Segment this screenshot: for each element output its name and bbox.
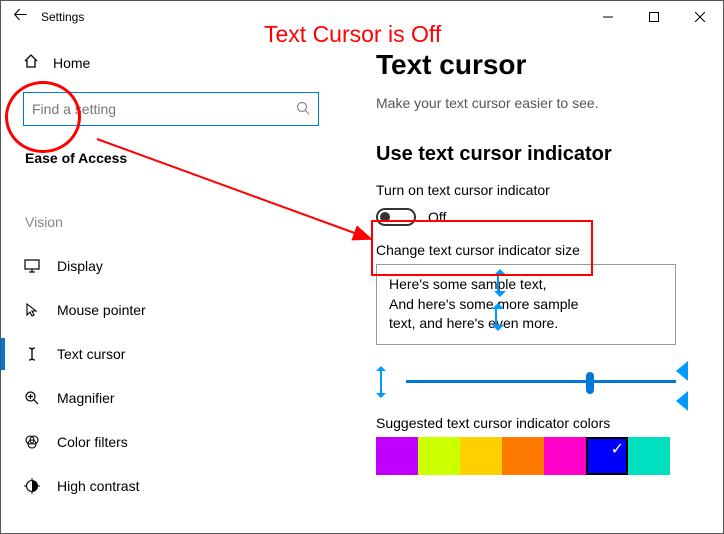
minimize-button[interactable] (585, 1, 631, 33)
slider-max-icon (676, 391, 688, 411)
cursor-indicator-preview (497, 275, 499, 291)
section-heading: Use text cursor indicator (376, 143, 723, 166)
magnifier-icon (23, 390, 41, 406)
nav-label: Mouse pointer (57, 302, 146, 318)
annotation-title: Text Cursor is Off (264, 21, 441, 48)
color-filters-icon (23, 434, 41, 450)
nav-label: Magnifier (57, 390, 115, 406)
slider-track (406, 380, 676, 383)
color-swatch[interactable] (586, 437, 628, 475)
size-slider[interactable] (376, 367, 676, 397)
toggle-label: Turn on text cursor indicator (376, 182, 723, 198)
sample-text-box: Here's some sample text, And here's some… (376, 264, 676, 345)
text-cursor-icon (23, 346, 41, 362)
slider-min-icon (380, 371, 382, 393)
sample-line: Here's some sample text, (389, 275, 663, 295)
back-button[interactable]: 🡠 (13, 2, 41, 32)
category-label: Vision (1, 184, 331, 244)
color-swatch[interactable] (502, 437, 544, 475)
color-swatches (376, 437, 723, 475)
nav-item-text-cursor[interactable]: Text cursor (1, 332, 331, 376)
nav-item-high-contrast[interactable]: High contrast (1, 464, 331, 508)
cursor-indicator-preview (495, 309, 497, 325)
slider-thumb[interactable] (586, 372, 594, 394)
window-title: Settings (41, 10, 84, 24)
page-subtitle: Make your text cursor easier to see. (376, 95, 723, 111)
annotation-circle (5, 81, 81, 153)
nav-item-magnifier[interactable]: Magnifier (1, 376, 331, 420)
annotation-box (371, 220, 593, 276)
home-label: Home (53, 55, 90, 71)
color-swatch[interactable] (376, 437, 418, 475)
color-swatch[interactable] (544, 437, 586, 475)
nav-item-mouse-pointer[interactable]: Mouse pointer (1, 288, 331, 332)
content-pane: Text cursor Make your text cursor easier… (331, 33, 723, 533)
nav-item-display[interactable]: Display (1, 244, 331, 288)
nav-label: Color filters (57, 434, 128, 450)
nav-label: Display (57, 258, 103, 274)
high-contrast-icon (23, 478, 41, 494)
sample-line: And here's some more sample (389, 295, 663, 315)
maximize-button[interactable] (631, 1, 677, 33)
color-swatch[interactable] (460, 437, 502, 475)
display-icon (23, 259, 41, 273)
colors-label: Suggested text cursor indicator colors (376, 415, 723, 431)
color-swatch[interactable] (628, 437, 670, 475)
home-icon (23, 53, 39, 72)
mouse-pointer-icon (23, 302, 41, 318)
nav-item-color-filters[interactable]: Color filters (1, 420, 331, 464)
nav-label: Text cursor (57, 346, 125, 362)
close-button[interactable] (677, 1, 723, 33)
color-swatch[interactable] (418, 437, 460, 475)
nav-label: High contrast (57, 478, 139, 494)
page-title: Text cursor (376, 49, 723, 81)
search-icon (296, 101, 310, 118)
sample-line: text, and here's even more. (389, 314, 663, 334)
slider-max-icon (676, 361, 688, 381)
